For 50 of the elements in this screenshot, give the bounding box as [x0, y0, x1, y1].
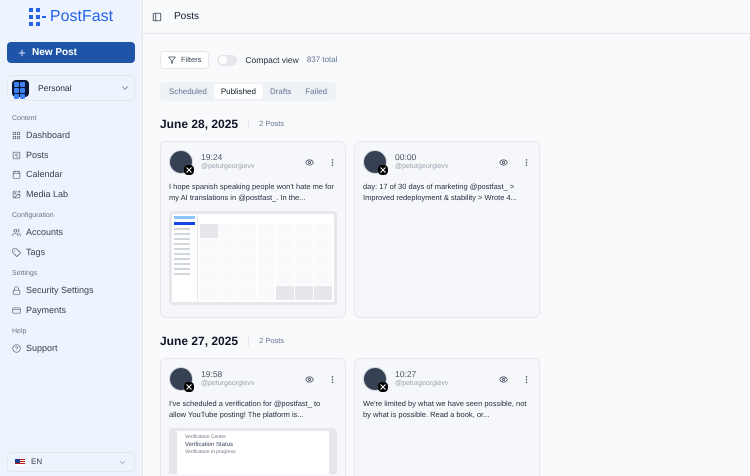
- compact-view-toggle[interactable]: [217, 54, 238, 66]
- nav-item[interactable]: Payments: [7, 300, 135, 320]
- x-badge-icon: [184, 382, 194, 392]
- filter-icon: [168, 56, 176, 64]
- card-icon: [12, 306, 21, 315]
- preview-icon[interactable]: [499, 158, 508, 166]
- post-time: 19:58: [201, 369, 224, 380]
- grid-icon: [12, 131, 21, 140]
- sidebar-toggle-icon[interactable]: [152, 12, 162, 22]
- image-icon: [12, 190, 21, 199]
- nav-item[interactable]: Media Lab: [7, 184, 135, 204]
- users-icon: [12, 228, 21, 238]
- logo-icon: [28, 8, 47, 26]
- preview-icon[interactable]: [305, 374, 314, 384]
- language-selector[interactable]: EN: [7, 452, 135, 472]
- x-badge-icon: [184, 165, 194, 175]
- calendar-icon: [12, 170, 21, 180]
- x-badge-icon: [378, 165, 388, 175]
- plus-icon: [17, 48, 27, 58]
- preview-icon[interactable]: [305, 158, 314, 166]
- preview-icon[interactable]: [499, 374, 508, 384]
- page-title: Posts: [174, 10, 200, 24]
- list-icon: [12, 150, 21, 160]
- nav-item[interactable]: Accounts: [7, 223, 135, 242]
- tab[interactable]: Published: [214, 84, 263, 99]
- tag-icon: [12, 248, 21, 257]
- nav-item[interactable]: Support: [7, 339, 135, 358]
- total-count: 837 total: [306, 54, 338, 66]
- toggle-label: Compact view: [245, 54, 299, 66]
- tab[interactable]: Drafts: [262, 84, 298, 99]
- nav-item[interactable]: Dashboard: [7, 126, 135, 146]
- post-time: 00:00: [395, 152, 418, 162]
- workspace-logo-icon: [12, 80, 29, 96]
- tab[interactable]: Scheduled: [162, 84, 214, 99]
- nav-item[interactable]: Posts: [7, 146, 135, 165]
- x-badge-icon: [378, 382, 388, 392]
- new-post-button[interactable]: New Post: [7, 42, 135, 63]
- nav-item[interactable]: Security Settings: [7, 281, 135, 300]
- lock-icon: [12, 286, 21, 296]
- help-icon: [12, 344, 21, 354]
- tab[interactable]: Failed: [298, 84, 334, 99]
- post-time: 10:27: [395, 369, 418, 380]
- flag-icon: [15, 458, 25, 466]
- nav-item[interactable]: Calendar: [7, 165, 135, 184]
- post-time: 19:24: [201, 152, 224, 162]
- logo-text: PostFast: [50, 8, 114, 24]
- workspace-selector[interactable]: Personal: [7, 75, 135, 101]
- nav-item[interactable]: Tags: [7, 242, 135, 262]
- date-heading: June 28, 2025: [160, 116, 238, 133]
- date-heading: June 27, 2025: [160, 333, 238, 350]
